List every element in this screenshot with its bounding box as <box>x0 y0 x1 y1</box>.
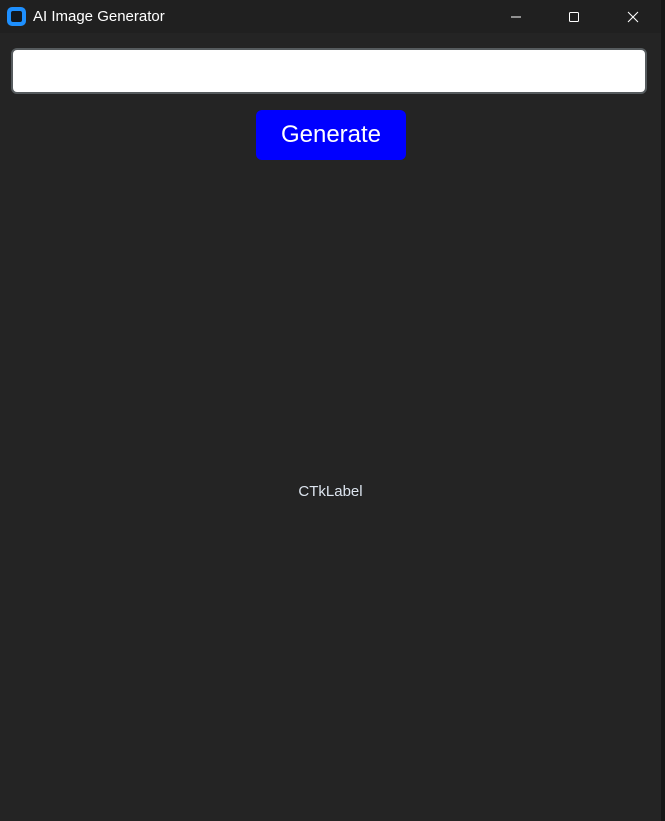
close-icon <box>627 11 639 22</box>
minimize-icon <box>511 16 521 17</box>
generate-button[interactable]: Generate <box>256 110 406 160</box>
close-button[interactable] <box>605 0 661 33</box>
title-bar[interactable]: AI Image Generator <box>0 0 661 33</box>
window-title: AI Image Generator <box>33 8 165 25</box>
image-display-label: CTkLabel <box>298 483 363 500</box>
maximize-icon <box>569 11 579 22</box>
maximize-button[interactable] <box>546 0 602 33</box>
app-window: AI Image Generator Generate CTkLabel <box>0 0 661 821</box>
minimize-button[interactable] <box>488 0 544 33</box>
background-window-edge <box>661 0 665 821</box>
main-content: Generate CTkLabel <box>0 33 661 821</box>
prompt-input[interactable] <box>11 48 647 94</box>
app-icon <box>7 7 26 26</box>
